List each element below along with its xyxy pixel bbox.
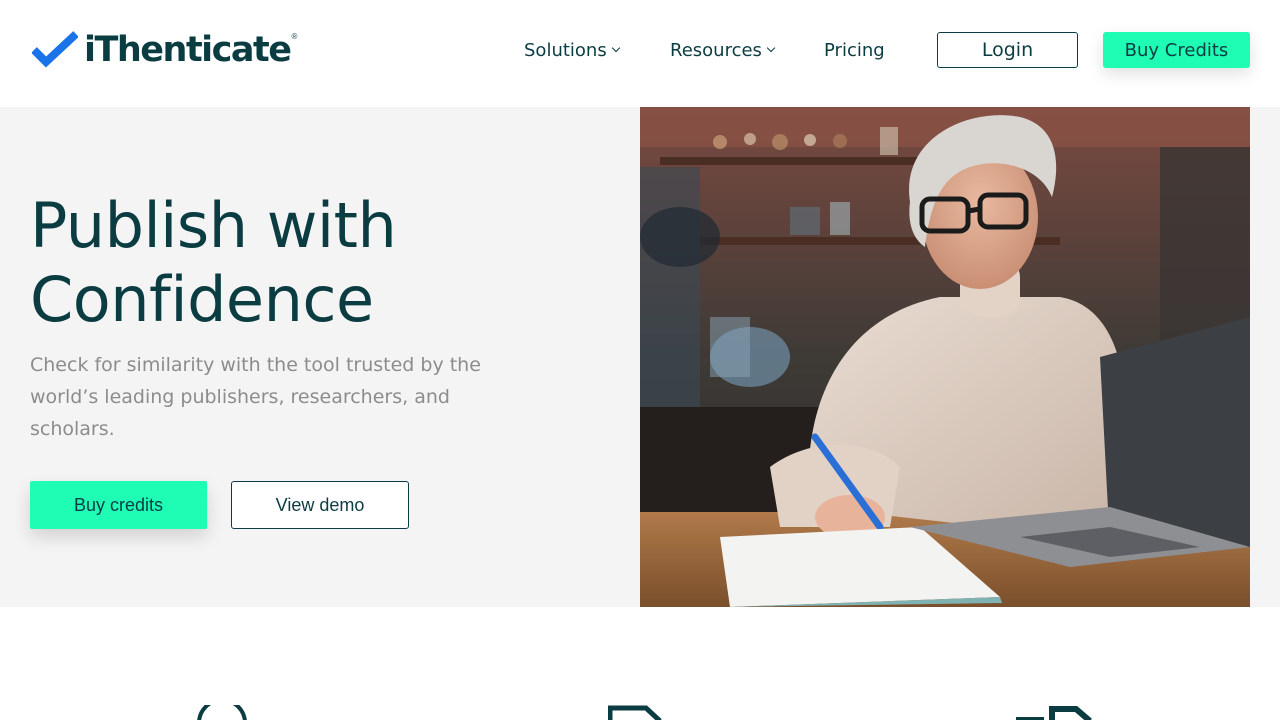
circle-icon [197,705,247,720]
hero-title-line2: Confidence [30,263,374,336]
nav-solutions-label: Solutions [524,39,607,61]
hero-title-line1: Publish with [30,189,397,262]
buy-credits-button[interactable]: Buy credits [30,481,207,529]
view-demo-button[interactable]: View demo [231,481,409,529]
chevron-down-icon [766,43,776,53]
registered-mark: ® [291,31,298,41]
document-icon [608,705,662,720]
hero-subtitle: Check for similarity with the tool trust… [30,354,481,440]
buy-credits-header-button[interactable]: Buy Credits [1103,32,1250,68]
nav-resources-label: Resources [670,39,762,61]
ithenticate-logo[interactable]: iThenticate ® [32,30,297,70]
nav-resources[interactable]: Resources [670,32,776,68]
document-arrow-icon [1016,706,1092,720]
login-button[interactable]: Login [937,32,1078,68]
nav-pricing-label: Pricing [824,39,885,61]
nav-pricing[interactable]: Pricing [824,32,885,68]
hero-title: Publish with Confidence [30,189,590,337]
nav-solutions[interactable]: Solutions [524,32,620,68]
chevron-down-icon [611,43,620,53]
checkmark-logo-icon [32,31,78,68]
site-header: iThenticate ® Solutions Resources Pricin… [0,0,1280,107]
features-section [0,607,1280,720]
hero-section: Publish with Confidence Check for simila… [0,107,1280,607]
logo-wordmark: iThenticate [84,30,292,70]
hero-photo-woman-writing [640,107,1250,607]
